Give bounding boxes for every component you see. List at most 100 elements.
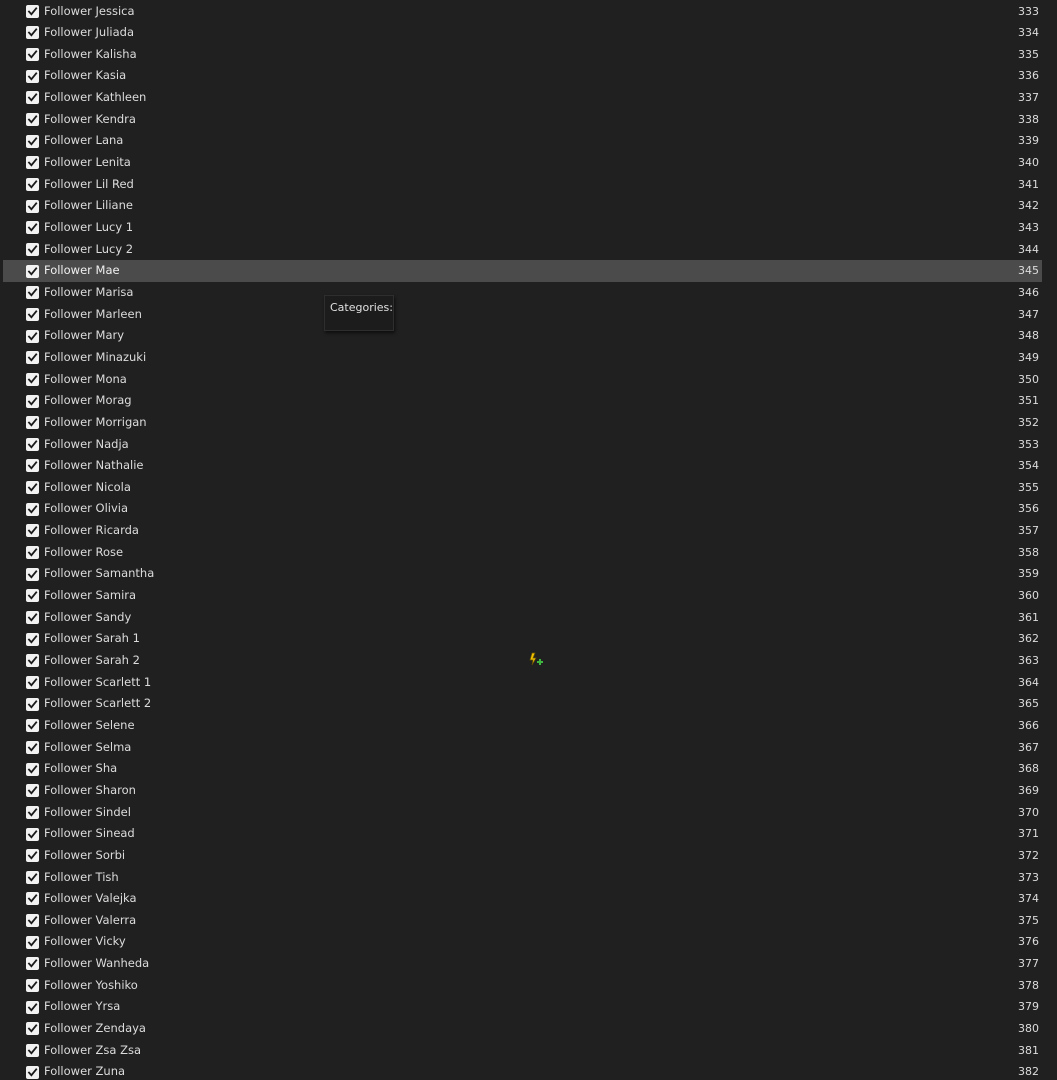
enable-checkbox[interactable] (26, 892, 39, 906)
enable-checkbox[interactable] (26, 221, 39, 235)
list-item[interactable]: Follower Selene 366 (3, 715, 1042, 737)
list-item[interactable]: Follower Minazuki 349 (3, 347, 1042, 369)
enable-checkbox[interactable] (26, 91, 39, 105)
list-item[interactable]: Follower Marisa 346 (3, 282, 1042, 304)
list-item[interactable]: Follower Jessica 333 (3, 1, 1042, 23)
list-item[interactable]: Follower Lana 339 (3, 130, 1042, 152)
list-item[interactable]: Follower Valerra 375 (3, 910, 1042, 932)
list-item[interactable]: Follower Sha 368 (3, 758, 1042, 780)
list-item[interactable]: Follower Vicky 376 (3, 931, 1042, 953)
scrollbar[interactable] (1045, 0, 1057, 1080)
list-item[interactable]: Follower Samantha 359 (3, 563, 1042, 585)
enable-checkbox[interactable] (26, 242, 39, 256)
enable-checkbox[interactable] (26, 26, 39, 40)
enable-checkbox[interactable] (26, 914, 39, 928)
list-item[interactable]: Follower Samira 360 (3, 585, 1042, 607)
enable-checkbox[interactable] (26, 957, 39, 971)
enable-checkbox[interactable] (26, 156, 39, 170)
list-item[interactable]: Follower Zuna 382 (3, 1061, 1042, 1080)
enable-checkbox[interactable] (26, 675, 39, 689)
list-item[interactable]: Follower Marleen 347 (3, 304, 1042, 326)
enable-checkbox[interactable] (26, 524, 39, 538)
list-item[interactable]: Follower Liliane 342 (3, 195, 1042, 217)
enable-checkbox[interactable] (26, 719, 39, 733)
enable-checkbox[interactable] (26, 1022, 39, 1036)
list-item[interactable]: Follower Rose 358 (3, 542, 1042, 564)
enable-checkbox[interactable] (26, 1065, 39, 1079)
list-item[interactable]: Follower Yoshiko 378 (3, 975, 1042, 997)
list-item[interactable]: Follower Zsa Zsa 381 (3, 1040, 1042, 1062)
list-item[interactable]: Follower Sorbi 372 (3, 845, 1042, 867)
list-item[interactable]: Follower Wanheda 377 (3, 953, 1042, 975)
enable-checkbox[interactable] (26, 632, 39, 646)
list-item[interactable]: Follower Morrigan 352 (3, 412, 1042, 434)
list-item[interactable]: Follower Lil Red 341 (3, 174, 1042, 196)
enable-checkbox[interactable] (26, 437, 39, 451)
list-item[interactable]: Follower Kendra 338 (3, 109, 1042, 131)
list-item[interactable]: Follower Olivia 356 (3, 498, 1042, 520)
list-item[interactable]: Follower Mona 350 (3, 369, 1042, 391)
mod-list[interactable]: Follower Jessica 333 Follower Juliada 334 Fo… (0, 0, 1057, 1080)
list-item[interactable]: Follower Sarah 1 362 (3, 628, 1042, 650)
enable-checkbox[interactable] (26, 307, 39, 321)
enable-checkbox[interactable] (26, 654, 39, 668)
list-item[interactable]: Follower Scarlett 1 364 (3, 672, 1042, 694)
enable-checkbox[interactable] (26, 784, 39, 798)
enable-checkbox[interactable] (26, 1000, 39, 1014)
enable-checkbox[interactable] (26, 697, 39, 711)
enable-checkbox[interactable] (26, 827, 39, 841)
list-item[interactable]: Follower Nicola 355 (3, 477, 1042, 499)
enable-checkbox[interactable] (26, 546, 39, 560)
enable-checkbox[interactable] (26, 416, 39, 430)
list-item[interactable]: Follower Nathalie 354 (3, 455, 1042, 477)
enable-checkbox[interactable] (26, 199, 39, 213)
list-item[interactable]: Follower Valejka 374 (3, 888, 1042, 910)
enable-checkbox[interactable] (26, 372, 39, 386)
enable-checkbox[interactable] (26, 849, 39, 863)
list-item[interactable]: Follower Ricarda 357 (3, 520, 1042, 542)
enable-checkbox[interactable] (26, 740, 39, 754)
list-item[interactable]: Follower Selma 367 (3, 737, 1042, 759)
enable-checkbox[interactable] (26, 69, 39, 83)
list-item[interactable]: Follower Lenita 340 (3, 152, 1042, 174)
list-item[interactable]: Follower Lucy 1 343 (3, 217, 1042, 239)
enable-checkbox[interactable] (26, 481, 39, 495)
enable-checkbox[interactable] (26, 394, 39, 408)
enable-checkbox[interactable] (26, 567, 39, 581)
enable-checkbox[interactable] (26, 4, 39, 18)
list-item[interactable]: Follower Sharon 369 (3, 780, 1042, 802)
list-item[interactable]: Follower Lucy 2 344 (3, 239, 1042, 261)
list-item[interactable]: Follower Morag 351 (3, 390, 1042, 412)
list-item[interactable]: Follower Sandy 361 (3, 607, 1042, 629)
enable-checkbox[interactable] (26, 459, 39, 473)
list-item[interactable]: Follower Tish 373 (3, 867, 1042, 889)
enable-checkbox[interactable] (26, 178, 39, 191)
list-item[interactable]: Follower Sinead 371 (3, 823, 1042, 845)
enable-checkbox[interactable] (26, 113, 39, 127)
enable-checkbox[interactable] (26, 264, 39, 278)
enable-checkbox[interactable] (26, 48, 39, 62)
list-item[interactable]: Follower Yrsa 379 (3, 996, 1042, 1018)
list-item[interactable]: Follower Juliada 334 (3, 22, 1042, 44)
enable-checkbox[interactable] (26, 935, 39, 949)
list-item[interactable]: Follower Scarlett 2 365 (3, 693, 1042, 715)
enable-checkbox[interactable] (26, 286, 39, 300)
list-item[interactable]: Follower Kathleen 337 (3, 87, 1042, 109)
enable-checkbox[interactable] (26, 611, 39, 624)
enable-checkbox[interactable] (26, 805, 39, 819)
enable-checkbox[interactable] (26, 762, 39, 776)
enable-checkbox[interactable] (26, 589, 39, 603)
enable-checkbox[interactable] (26, 134, 39, 148)
enable-checkbox[interactable] (26, 979, 39, 993)
list-item[interactable]: Follower Nadja 353 (3, 434, 1042, 456)
list-item[interactable]: Follower Kasia 336 (3, 65, 1042, 87)
enable-checkbox[interactable] (26, 870, 39, 884)
list-item[interactable]: Follower Zendaya 380 (3, 1018, 1042, 1040)
enable-checkbox[interactable] (26, 502, 39, 516)
list-item[interactable]: Follower Sindel 370 (3, 802, 1042, 824)
list-item[interactable]: Follower Mary 348 (3, 325, 1042, 347)
list-item[interactable]: Follower Sarah 2 363 (3, 650, 1042, 672)
list-item[interactable]: Follower Mae 345 (3, 260, 1042, 282)
enable-checkbox[interactable] (26, 1044, 39, 1057)
enable-checkbox[interactable] (26, 351, 39, 365)
